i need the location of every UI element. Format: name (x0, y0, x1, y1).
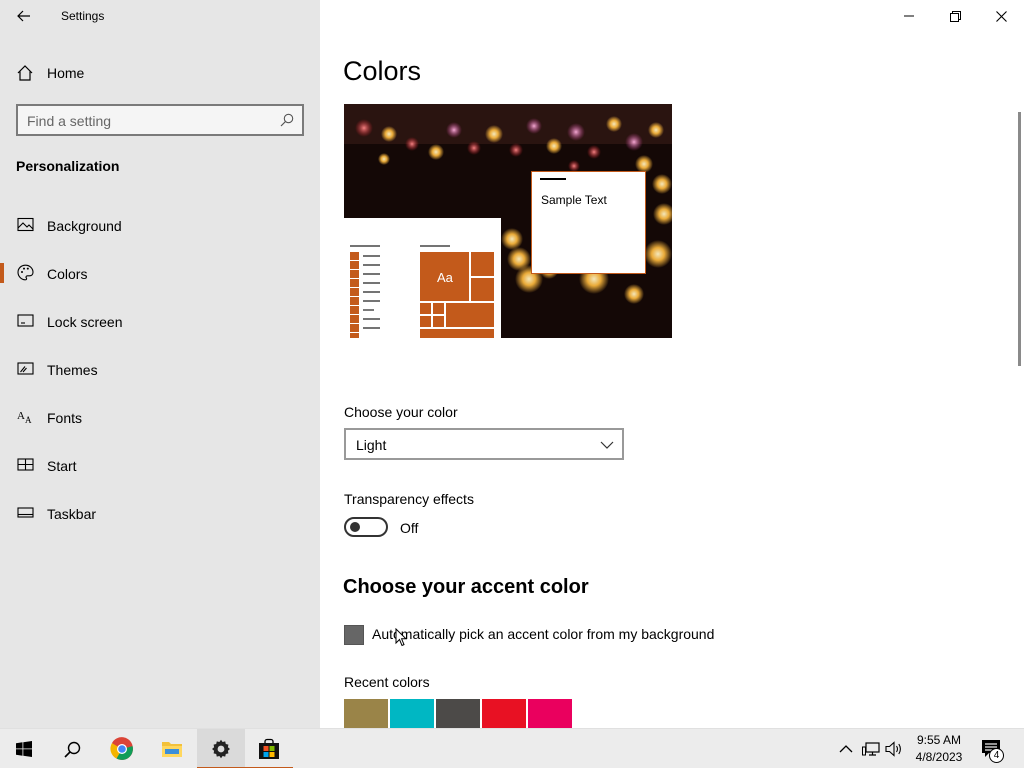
search-icon (63, 741, 80, 758)
notification-count-badge: 4 (989, 748, 1004, 763)
preview-tile-label: Aa (437, 270, 454, 285)
palette-icon (17, 264, 34, 281)
choose-color-dropdown[interactable]: Light (344, 428, 624, 460)
svg-text:A: A (17, 410, 25, 422)
folder-icon (162, 742, 182, 757)
show-hidden-icons-button[interactable] (836, 739, 856, 759)
search-field[interactable] (16, 104, 304, 136)
window-controls (886, 0, 1024, 32)
sample-text: Sample Text (541, 193, 607, 207)
toggle-knob (350, 522, 360, 532)
sidebar: Settings Home Personalization Background… (0, 0, 320, 728)
sidebar-item-label: Home (47, 65, 85, 81)
taskbar-icon (17, 507, 34, 518)
chevron-down-icon (600, 441, 614, 449)
choose-color-label: Choose your color (344, 404, 458, 420)
transparency-toggle[interactable] (344, 517, 388, 537)
scrollbar[interactable] (1018, 112, 1021, 366)
page-title: Colors (343, 56, 422, 86)
sidebar-item-label: Colors (47, 266, 88, 282)
mouse-cursor (395, 628, 407, 647)
close-icon (995, 10, 1007, 22)
restore-icon (949, 10, 961, 22)
file-explorer-button[interactable] (148, 729, 196, 768)
dropdown-value: Light (356, 437, 387, 453)
windows-logo-icon (16, 741, 32, 757)
sidebar-item-label: Fonts (47, 410, 83, 426)
clock[interactable]: 9:55 AM 4/8/2023 (910, 732, 968, 766)
transparency-label: Transparency effects (344, 491, 474, 507)
preview-tiles: Aa (350, 245, 494, 338)
sidebar-item-label: Start (47, 458, 77, 474)
sidebar-item-lock-screen[interactable]: Lock screen (0, 301, 320, 341)
color-swatch[interactable] (528, 699, 572, 728)
recent-colors (344, 699, 572, 728)
color-swatch[interactable] (436, 699, 480, 728)
color-swatch[interactable] (482, 699, 526, 728)
sidebar-item-colors[interactable]: Colors (0, 253, 320, 293)
sidebar-item-fonts[interactable]: AA Fonts (0, 397, 320, 437)
store-bag-icon (259, 738, 279, 759)
sidebar-item-label: Lock screen (47, 314, 123, 330)
taskbar-search-button[interactable] (48, 729, 96, 768)
close-button[interactable] (978, 0, 1024, 32)
sidebar-item-label: Background (47, 218, 122, 234)
back-arrow-icon (17, 10, 30, 22)
sidebar-item-home[interactable]: Home (0, 56, 320, 90)
clock-date: 4/8/2023 (915, 750, 963, 764)
auto-accent-label[interactable]: Automatically pick an accent color from … (372, 626, 714, 642)
color-swatch[interactable] (344, 699, 388, 728)
sidebar-item-start[interactable]: Start (0, 445, 320, 485)
sidebar-item-themes[interactable]: Themes (0, 349, 320, 389)
settings-taskbar-button[interactable] (197, 729, 245, 768)
chrome-icon (110, 737, 133, 760)
network-icon (862, 742, 880, 756)
lock-screen-icon (17, 314, 34, 327)
chrome-button[interactable] (98, 729, 146, 768)
color-swatch[interactable] (390, 699, 434, 728)
preview-start-menu: Aa (344, 218, 501, 338)
preview-sample-window: Sample Text (531, 171, 646, 274)
recent-colors-label: Recent colors (344, 674, 430, 690)
search-input[interactable] (27, 112, 275, 130)
restore-button[interactable] (932, 0, 978, 32)
theme-preview: Aa Sample Text (344, 104, 672, 338)
taskbar: 9:55 AM 4/8/2023 (0, 728, 1024, 768)
svg-text:A: A (25, 415, 32, 425)
start-icon (17, 458, 34, 471)
sidebar-item-label: Themes (47, 362, 98, 378)
app-title: Settings (61, 9, 105, 23)
chevron-up-icon (839, 745, 853, 753)
sidebar-item-taskbar[interactable]: Taskbar (0, 493, 320, 533)
volume-button[interactable] (884, 739, 904, 759)
back-button[interactable] (8, 4, 40, 28)
start-button[interactable] (0, 729, 48, 768)
home-icon (17, 65, 33, 81)
store-button[interactable] (245, 729, 293, 768)
title-bar: Settings (0, 0, 320, 32)
sidebar-item-label: Taskbar (47, 506, 97, 522)
settings-gear-icon (212, 739, 230, 759)
image-icon (17, 217, 34, 232)
fonts-icon: AA (17, 410, 32, 425)
search-icon (280, 113, 294, 127)
toggle-state-text: Off (400, 520, 419, 536)
preview-title-bar (540, 178, 566, 180)
section-title: Personalization (16, 158, 120, 174)
network-button[interactable] (861, 739, 881, 759)
clock-time: 9:55 AM (916, 733, 962, 747)
auto-accent-checkbox[interactable] (344, 625, 364, 645)
volume-icon (885, 741, 901, 757)
sidebar-item-background[interactable]: Background (0, 205, 320, 245)
minimize-button[interactable] (886, 0, 932, 32)
minimize-icon (904, 15, 914, 17)
accent-color-heading: Choose your accent color (343, 576, 589, 598)
themes-icon (17, 362, 34, 375)
